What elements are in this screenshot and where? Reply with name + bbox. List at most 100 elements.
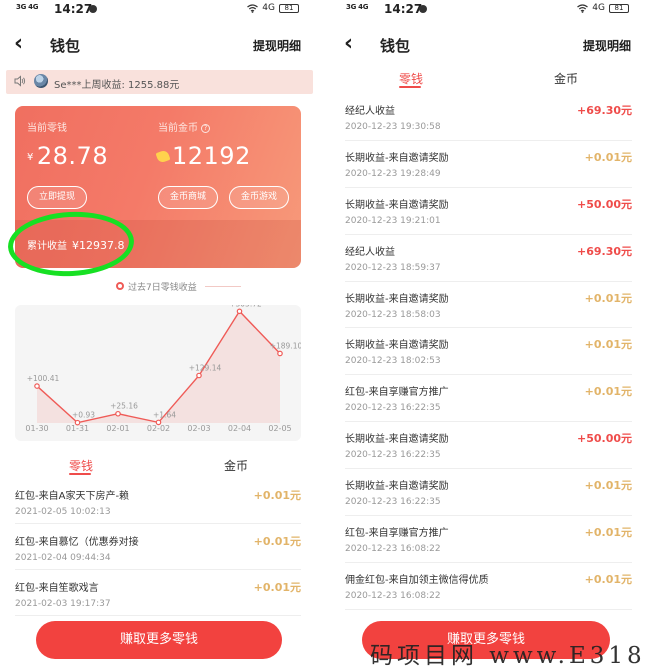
list-item[interactable]: 长期收益-来自邀请奖励 2020-12-23 19:28:49 +0.01元 xyxy=(345,141,632,188)
transaction-description: 长期收益-来自邀请奖励 xyxy=(345,481,449,493)
coins-balance: 12192 xyxy=(155,142,251,170)
back-icon[interactable]: ‹ xyxy=(14,30,23,58)
battery-icon: 81 xyxy=(609,3,629,13)
transaction-amount: +50.00元 xyxy=(576,197,632,211)
chart-area-fill xyxy=(37,311,280,423)
x-tick-label: 02-04 xyxy=(228,424,251,433)
list-item[interactable]: 佣金红包-来自加领主微信得优质 2020-12-23 16:08:22 +0.01元 xyxy=(345,563,632,610)
list-item[interactable]: 红包-来自享赚官方推广 2020-12-23 16:22:35 +0.01元 xyxy=(345,375,632,423)
chart-data-label: +0.93 xyxy=(72,411,95,420)
network-type: 4G xyxy=(262,3,275,13)
tab-change[interactable]: 零钱 xyxy=(69,457,93,474)
chart-data-label: +303.72 xyxy=(229,305,262,308)
transaction-description: 经纪人收益 xyxy=(345,106,395,117)
status-time: 14:27 xyxy=(54,2,93,16)
status-right-icons: 4G 81 xyxy=(247,3,299,13)
x-tick-label: 02-01 xyxy=(106,424,129,433)
transaction-time: 2020-12-23 19:21:01 xyxy=(345,215,441,226)
coin-icon xyxy=(155,149,171,164)
change-balance: ¥28.78 xyxy=(27,142,108,170)
transaction-time: 2020-12-23 18:59:37 xyxy=(345,262,441,273)
transaction-time: 2020-12-23 19:28:49 xyxy=(345,168,441,179)
transaction-amount: +0.01元 xyxy=(584,385,632,399)
list-item[interactable]: 长期收益-来自邀请奖励 2020-12-23 18:58:03 +0.01元 xyxy=(345,282,632,329)
legend-line xyxy=(205,286,241,287)
list-item[interactable]: 红包-来自享赚官方推广 2020-12-23 16:08:22 +0.01元 xyxy=(345,516,632,563)
tab-coins[interactable]: 金币 xyxy=(554,70,578,87)
tab-change[interactable]: 零钱 xyxy=(399,70,423,87)
wallet-screen-left: 3G 4G 14:27 4G 81 ‹ 钱包 提现明细 Se***上周收益: 1… xyxy=(0,0,317,666)
transaction-description: 佣金红包-来自加领主微信得优质 xyxy=(345,574,489,586)
transaction-time: 2020-12-23 18:58:03 xyxy=(345,309,441,320)
transaction-time: 2021-02-04 09:44:34 xyxy=(15,553,111,563)
wifi-icon xyxy=(577,3,589,13)
list-item[interactable]: 红包-来自A家天下房产-赖 2021-02-05 10:02:13 +0.01元 xyxy=(15,478,301,524)
nav-bar: ‹ 钱包 提现明细 xyxy=(0,26,317,64)
left-tabs: 零钱 金币 xyxy=(0,451,317,481)
list-item[interactable]: 红包-来自慕忆（优惠券对接 2021-02-04 09:44:34 +0.01元 xyxy=(15,524,301,570)
list-item[interactable]: 经纪人收益 2020-12-23 19:30:58 +69.30元 xyxy=(345,94,632,141)
coin-mall-button[interactable]: 金币商城 xyxy=(158,186,218,209)
transaction-amount: +0.01元 xyxy=(584,479,632,493)
chart-point[interactable] xyxy=(115,410,121,417)
chart-point[interactable] xyxy=(236,308,243,315)
page-title: 钱包 xyxy=(380,37,411,55)
chart-point[interactable] xyxy=(34,383,40,389)
status-bar: 3G 4G 14:27 4G 81 xyxy=(330,0,647,20)
transaction-description: 长期收益-来自邀请奖励 xyxy=(345,434,449,446)
transaction-description: 红包-来自慕忆（优惠券对接 xyxy=(15,537,139,548)
transaction-amount: +0.01元 xyxy=(584,338,632,352)
transaction-description: 长期收益-来自邀请奖励 xyxy=(345,340,449,352)
list-item[interactable]: 长期收益-来自邀请奖励 2020-12-23 16:22:35 +50.00元 xyxy=(345,422,632,470)
transaction-amount: +69.30元 xyxy=(576,104,632,117)
battery-icon: 81 xyxy=(279,3,299,13)
x-tick-label: 01-30 xyxy=(25,424,48,433)
transaction-time: 2020-12-23 16:08:22 xyxy=(345,590,441,601)
chart-point[interactable] xyxy=(196,372,202,379)
withdraw-history-link[interactable]: 提现明细 xyxy=(583,37,631,54)
x-tick-label: 02-02 xyxy=(147,424,170,433)
transaction-time: 2020-12-23 18:02:53 xyxy=(345,356,441,367)
list-item[interactable]: 经纪人收益 2020-12-23 18:59:37 +69.30元 xyxy=(345,235,632,282)
legend-dot-icon xyxy=(116,282,124,290)
earnings-chart: +100.41 01-30 +0.93 01-31 +25.16 02-01 +1.64 02… xyxy=(15,305,301,441)
wifi-icon xyxy=(247,3,259,13)
withdraw-now-button[interactable]: 立即提现 xyxy=(27,186,87,209)
active-tab-indicator xyxy=(69,473,91,475)
x-tick-label: 01-31 xyxy=(66,424,89,433)
chart-caption: 过去7日零钱收益 xyxy=(0,280,317,294)
announcement-text: Se***上周收益: 1255.88元 xyxy=(54,80,180,91)
help-icon[interactable]: ? xyxy=(201,124,210,133)
transaction-description: 红包-来自笙歌戏言 xyxy=(15,583,99,594)
avatar xyxy=(34,74,48,88)
page-title: 钱包 xyxy=(50,37,81,55)
chart-point[interactable] xyxy=(277,350,283,357)
back-icon[interactable]: ‹ xyxy=(344,30,353,58)
transaction-amount: +50.00元 xyxy=(576,432,632,446)
chart-data-label: +25.16 xyxy=(110,402,138,411)
list-item[interactable]: 红包-来自笙歌戏言 2021-02-03 19:17:37 +0.01元 xyxy=(15,570,301,616)
list-item[interactable]: 长期收益-来自邀请奖励 2020-12-23 16:22:35 +0.01元 xyxy=(345,469,632,517)
transaction-amount: +0.01元 xyxy=(253,581,301,594)
tab-coins[interactable]: 金币 xyxy=(224,457,248,474)
list-item[interactable]: 长期收益-来自邀请奖励 2020-12-23 18:02:53 +0.01元 xyxy=(345,328,632,376)
network-type: 4G xyxy=(592,3,605,13)
coins-value: 12192 xyxy=(172,142,251,170)
transaction-description: 红包-来自享赚官方推广 xyxy=(345,528,449,540)
transaction-amount: +0.01元 xyxy=(253,535,301,548)
x-tick-label: 02-03 xyxy=(187,424,210,433)
x-tick-label: 02-05 xyxy=(268,424,291,433)
signal-indicator: 3G 4G xyxy=(16,3,39,11)
transaction-amount: +0.01元 xyxy=(584,291,632,305)
transaction-amount: +0.01元 xyxy=(584,572,632,586)
signal-indicator: 3G 4G xyxy=(346,3,369,11)
coin-games-button[interactable]: 金币游戏 xyxy=(229,186,289,209)
status-time: 14:27 xyxy=(384,2,423,16)
list-item[interactable]: 长期收益-来自邀请奖励 2020-12-23 19:21:01 +50.00元 xyxy=(345,188,632,235)
earn-more-button[interactable]: 赚取更多零钱 xyxy=(36,621,282,659)
transaction-time: 2021-02-05 10:02:13 xyxy=(15,507,111,517)
withdraw-history-link[interactable]: 提现明细 xyxy=(253,37,301,54)
transaction-description: 红包-来自A家天下房产-赖 xyxy=(15,491,130,502)
chart-caption-text: 过去7日零钱收益 xyxy=(128,283,197,293)
coins-label: 当前金币 xyxy=(158,123,198,134)
